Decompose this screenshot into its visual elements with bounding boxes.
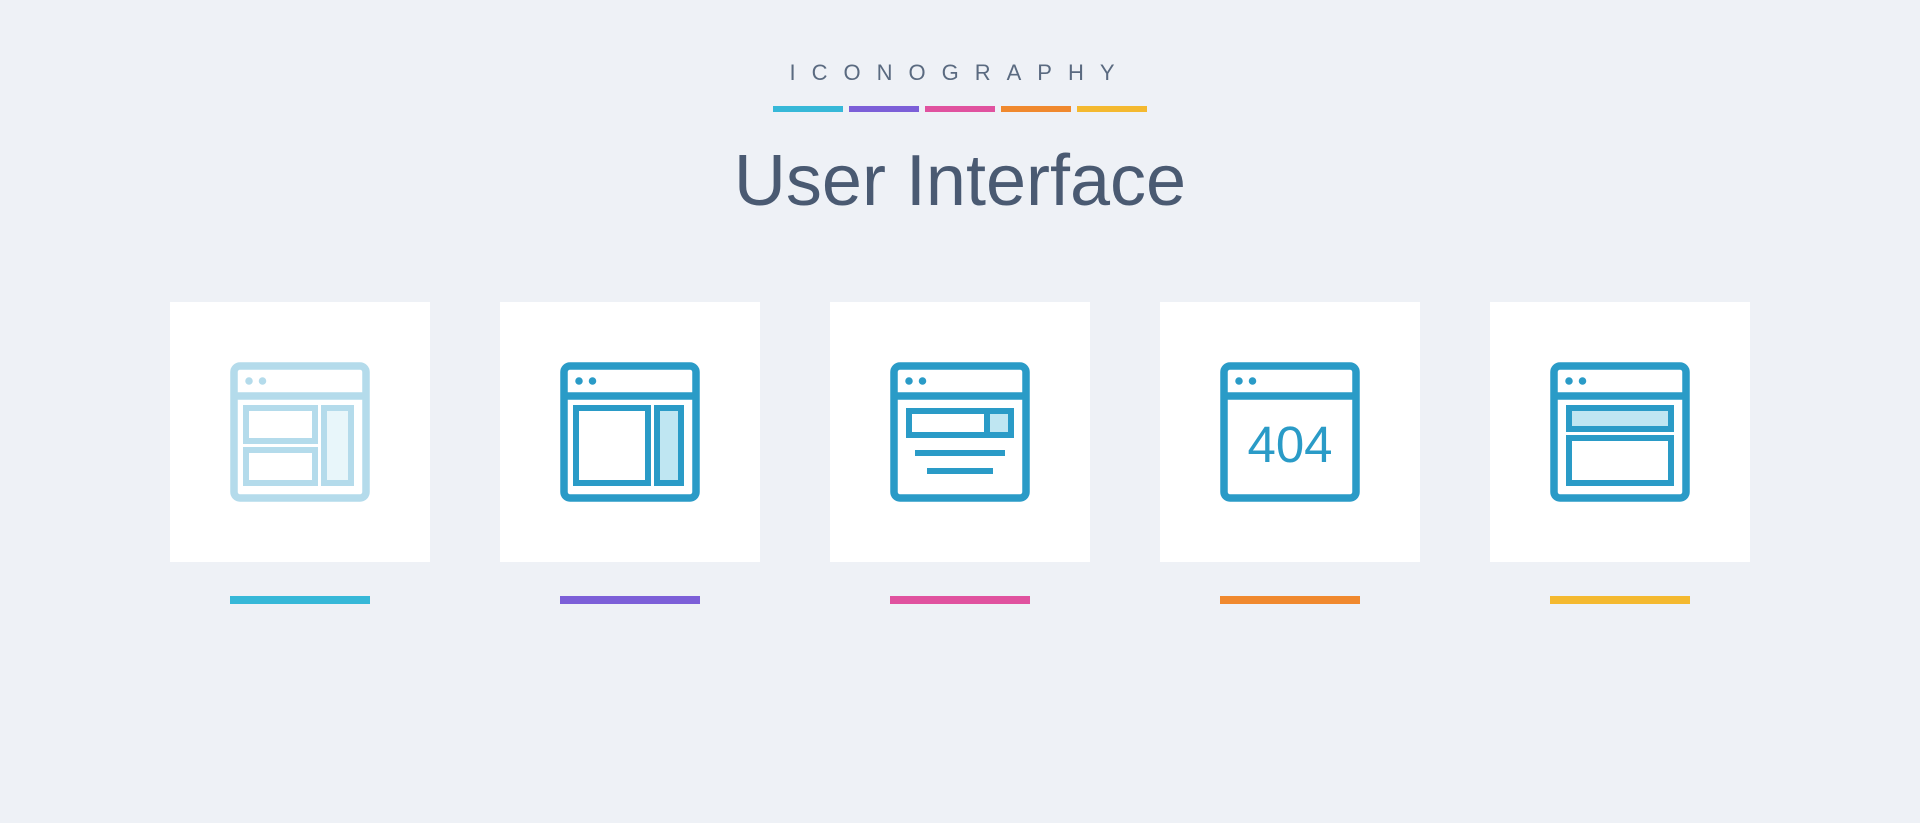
search-page-icon [830,302,1090,562]
strip-orange [1001,106,1071,112]
strip-purple [849,106,919,112]
error-code-text: 404 [1247,416,1332,473]
icon-tile [830,302,1090,604]
underbar [1220,596,1360,604]
layout-header-body-icon [1490,302,1750,562]
layout-main-sidebar-icon [500,302,760,562]
icon-tile [500,302,760,604]
underbar [890,596,1030,604]
icon-tile [170,302,430,604]
strip-pink [925,106,995,112]
overline-label: ICONOGRAPHY [789,60,1130,86]
layout-content-sidebar-icon [170,302,430,562]
icon-row: 404 [170,302,1750,604]
underbar [1550,596,1690,604]
underbar [560,596,700,604]
strip-yellow [1077,106,1147,112]
underbar [230,596,370,604]
color-strip [773,106,1147,112]
page-title: User Interface [734,140,1186,222]
icon-tile: 404 [1160,302,1420,604]
error-404-icon: 404 [1160,302,1420,562]
strip-cyan [773,106,843,112]
icon-tile [1490,302,1750,604]
